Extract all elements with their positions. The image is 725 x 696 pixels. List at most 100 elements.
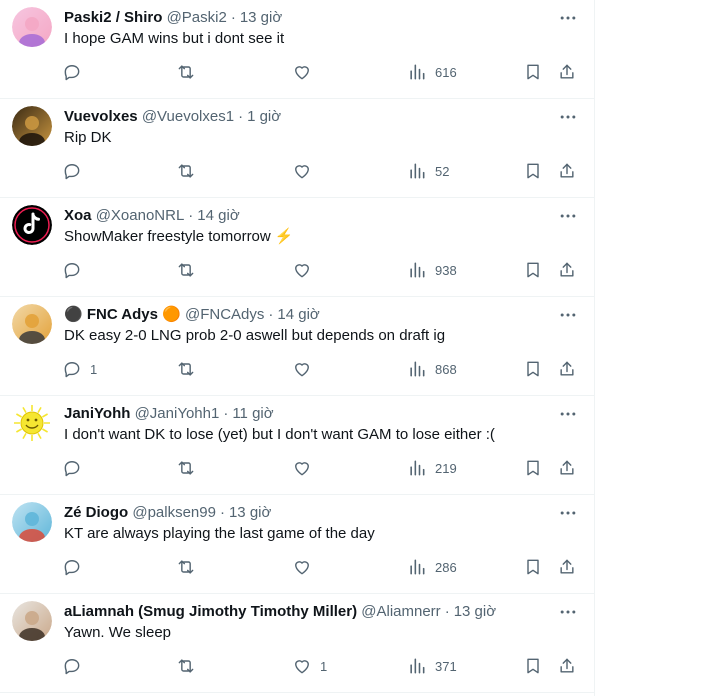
- more-dots-icon: [558, 305, 578, 325]
- bookmark-button[interactable]: [523, 258, 543, 282]
- like-button[interactable]: [292, 555, 320, 579]
- share-button[interactable]: [557, 60, 577, 84]
- heart-icon: [292, 557, 312, 577]
- views-button[interactable]: 868: [407, 357, 457, 381]
- retweet-icon: [176, 656, 196, 676]
- share-button[interactable]: [557, 258, 577, 282]
- retweet-button[interactable]: [176, 258, 204, 282]
- retweet-button[interactable]: [176, 60, 204, 84]
- more-options-button[interactable]: [556, 305, 580, 325]
- timestamp[interactable]: 13 giờ: [229, 504, 271, 521]
- share-icon: [557, 161, 577, 181]
- reply-button[interactable]: [62, 555, 90, 579]
- more-options-button[interactable]: [556, 206, 580, 226]
- share-button[interactable]: [557, 456, 577, 480]
- share-button[interactable]: [557, 159, 577, 183]
- user-handle[interactable]: @FNCAdys: [185, 306, 264, 323]
- user-handle[interactable]: @Aliamnerr: [361, 603, 440, 620]
- display-name[interactable]: JaniYohh: [64, 405, 130, 422]
- retweet-button[interactable]: [176, 159, 204, 183]
- like-button[interactable]: 1: [292, 654, 327, 678]
- views-count: 938: [435, 262, 457, 278]
- timestamp[interactable]: 1 giờ: [247, 108, 281, 125]
- display-name[interactable]: aLiamnah (Smug Jimothy Timothy Miller): [64, 603, 357, 620]
- like-button[interactable]: [292, 159, 320, 183]
- retweet-button[interactable]: [176, 555, 204, 579]
- display-name[interactable]: Vuevolxes: [64, 108, 138, 125]
- tweet[interactable]: Paski2 / Shiro @Paski2 · 13 giờ I hope GAM…: [0, 0, 594, 99]
- tweet[interactable]: aLiamnah (Smug Jimothy Timothy Miller) @…: [0, 594, 594, 693]
- more-options-button[interactable]: [556, 404, 580, 424]
- bookmark-button[interactable]: [523, 654, 543, 678]
- display-name[interactable]: Paski2 / Shiro: [64, 9, 162, 26]
- user-handle[interactable]: @XoanoNRL: [96, 207, 185, 224]
- timestamp[interactable]: 11 giờ: [232, 405, 273, 422]
- reply-button[interactable]: [62, 60, 90, 84]
- bookmark-icon: [523, 260, 543, 280]
- reply-button[interactable]: [62, 654, 90, 678]
- bookmark-button[interactable]: [523, 357, 543, 381]
- views-count: 52: [435, 163, 450, 179]
- views-button[interactable]: 938: [407, 258, 457, 282]
- bookmark-button[interactable]: [523, 159, 543, 183]
- tweet-header: ⚫ FNC Adys 🟠 @FNCAdys · 14 giờ: [64, 305, 554, 325]
- views-button[interactable]: 286: [407, 555, 457, 579]
- more-options-button[interactable]: [556, 107, 580, 127]
- user-handle[interactable]: @Vuevolxes1: [142, 108, 234, 125]
- reply-icon: [62, 458, 82, 478]
- more-options-button[interactable]: [556, 8, 580, 28]
- bookmark-button[interactable]: [523, 60, 543, 84]
- timestamp[interactable]: 14 giờ: [197, 207, 239, 224]
- avatar[interactable]: [12, 205, 52, 245]
- retweet-button[interactable]: [176, 357, 204, 381]
- tweet[interactable]: ⚫ FNC Adys 🟠 @FNCAdys · 14 giờ DK easy 2-0…: [0, 297, 594, 396]
- more-options-button[interactable]: [556, 602, 580, 622]
- display-name[interactable]: Xoa: [64, 207, 92, 224]
- timestamp[interactable]: 13 giờ: [454, 603, 496, 620]
- more-options-button[interactable]: [556, 503, 580, 523]
- avatar[interactable]: [12, 7, 52, 47]
- avatar[interactable]: [12, 601, 52, 641]
- like-button[interactable]: [292, 357, 320, 381]
- avatar[interactable]: [12, 403, 52, 443]
- avatar[interactable]: [12, 502, 52, 542]
- display-name[interactable]: Zé Diogo: [64, 504, 128, 521]
- bookmark-button[interactable]: [523, 456, 543, 480]
- more-dots-icon: [558, 404, 578, 424]
- retweet-button[interactable]: [176, 456, 204, 480]
- reply-button[interactable]: 1: [62, 357, 97, 381]
- share-button[interactable]: [557, 555, 577, 579]
- share-button[interactable]: [557, 654, 577, 678]
- like-button[interactable]: [292, 258, 320, 282]
- reply-button[interactable]: [62, 159, 90, 183]
- views-button[interactable]: 616: [407, 60, 457, 84]
- user-handle[interactable]: @JaniYohh1: [135, 405, 220, 422]
- timestamp[interactable]: 14 giờ: [277, 306, 319, 323]
- like-button[interactable]: [292, 456, 320, 480]
- avatar[interactable]: [12, 304, 52, 344]
- share-button[interactable]: [557, 357, 577, 381]
- tweet[interactable]: JaniYohh @JaniYohh1 · 11 giờ I don't want …: [0, 396, 594, 495]
- reply-icon: [62, 62, 82, 82]
- views-icon: [407, 161, 427, 181]
- retweet-icon: [176, 62, 196, 82]
- retweet-button[interactable]: [176, 654, 204, 678]
- tweet-header: Zé Diogo @palksen99 · 13 giờ: [64, 503, 554, 523]
- display-name[interactable]: ⚫ FNC Adys 🟠: [64, 306, 181, 323]
- user-handle[interactable]: @palksen99: [132, 504, 216, 521]
- like-button[interactable]: [292, 60, 320, 84]
- reply-button[interactable]: [62, 456, 90, 480]
- share-icon: [557, 557, 577, 577]
- user-handle[interactable]: @Paski2: [167, 9, 227, 26]
- tweet[interactable]: Xoa @XoanoNRL · 14 giờ ShowMaker freestyle…: [0, 198, 594, 297]
- tweet[interactable]: Vuevolxes @Vuevolxes1 · 1 giờ Rip DK 52: [0, 99, 594, 198]
- timestamp[interactable]: 13 giờ: [240, 9, 282, 26]
- views-icon: [407, 557, 427, 577]
- tweet[interactable]: Zé Diogo @palksen99 · 13 giờ KT are always…: [0, 495, 594, 594]
- views-button[interactable]: 219: [407, 456, 457, 480]
- reply-button[interactable]: [62, 258, 90, 282]
- views-button[interactable]: 52: [407, 159, 449, 183]
- bookmark-button[interactable]: [523, 555, 543, 579]
- views-button[interactable]: 371: [407, 654, 457, 678]
- avatar[interactable]: [12, 106, 52, 146]
